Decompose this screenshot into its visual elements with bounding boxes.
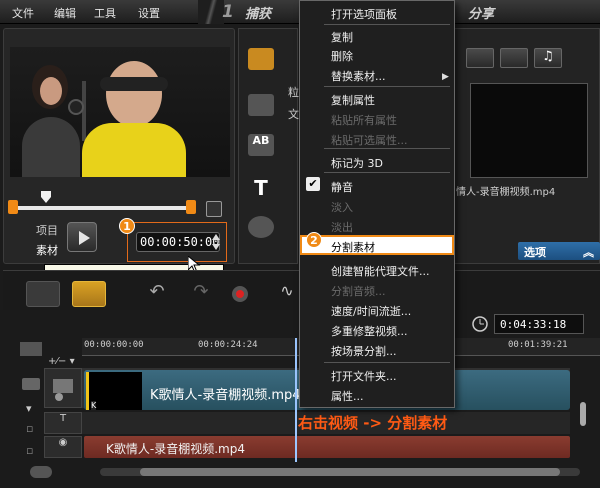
show-video-icon[interactable] (466, 48, 494, 68)
timecode-stepper-icon[interactable] (212, 232, 220, 252)
expand-icon: ︽ (583, 246, 594, 259)
ctx-delete[interactable]: 删除 (300, 45, 454, 65)
video-clip-label: K歌情人-录音棚视频.mp4 (150, 388, 301, 403)
project-duration: 0:04:33:18 (494, 314, 584, 334)
filter-icon[interactable] (248, 216, 274, 238)
ctx-open-folder[interactable]: 打开文件夹... (300, 365, 454, 385)
trim-in-marker[interactable] (8, 200, 18, 214)
playhead[interactable] (295, 338, 297, 462)
ruler-tick-label: 00:01:39:21 (508, 340, 568, 350)
tab-capture[interactable]: 捕获 (245, 3, 271, 27)
title-t-icon[interactable]: T (248, 176, 274, 200)
options-button[interactable]: 选项 ︽ (518, 242, 600, 260)
voice-track-header[interactable]: ◉ (44, 436, 82, 458)
ctx-separator (324, 148, 450, 149)
ctx-split-by-scene[interactable]: 按场景分割... (300, 340, 454, 360)
ctx-separator (324, 86, 450, 87)
ctx-create-smart-proxy[interactable]: 创建智能代理文件... (300, 260, 454, 280)
menu-edit[interactable]: 编辑 (54, 5, 76, 21)
undo-icon[interactable]: ↶ (140, 281, 174, 307)
menu-file[interactable]: 文件 (12, 5, 34, 21)
step-badge-1: 1 (119, 218, 135, 234)
tab-share[interactable]: 分享 (468, 3, 494, 27)
horizontal-scroll-thumb[interactable] (140, 468, 560, 476)
ctx-replace-clip[interactable]: 替换素材... (300, 65, 454, 85)
ctx-speed-time-lapse[interactable]: 速度/时间流逝... (300, 300, 454, 320)
show-audio-icon[interactable]: ♫ (534, 48, 562, 68)
clip-thumbnail: K (86, 372, 142, 410)
add-remove-chapter-icon[interactable]: +⁄− ▾ (48, 356, 75, 367)
menu-settings[interactable]: 设置 (138, 5, 160, 21)
show-photo-icon[interactable] (500, 48, 528, 68)
redo-icon[interactable]: ↷ (184, 281, 218, 307)
title-ab-icon[interactable]: AB (248, 134, 274, 156)
submenu-arrow-icon: ▶ (442, 72, 449, 82)
storyboard-view-icon[interactable] (26, 281, 60, 307)
library-clip-caption: 情人-录音棚视频.mp4 (456, 187, 556, 198)
trim-out-marker[interactable] (186, 200, 196, 214)
timecode-field[interactable]: 00:00:50:00 (136, 232, 220, 252)
enlarge-icon[interactable] (206, 201, 222, 217)
ctx-multi-trim-video[interactable]: 多重修整视频... (300, 320, 454, 340)
audio-clip-label: K歌情人-录音棚视频.mp4 (106, 442, 245, 456)
ctx-separator (324, 24, 450, 25)
play-button[interactable] (67, 222, 97, 252)
instruction-annotation: 右击视频 -> 分割素材 (298, 414, 448, 432)
ctx-separator (324, 172, 450, 173)
library-side-text-2: 文 (288, 108, 299, 121)
lock-icon[interactable]: ▫ (26, 422, 33, 435)
video-preview (10, 47, 230, 177)
ctx-copy-attributes[interactable]: 复制属性 (300, 89, 454, 109)
zoom-slider-icon[interactable] (30, 466, 52, 478)
title-track-header[interactable]: T (44, 412, 82, 434)
ctx-split-clip[interactable]: 分割素材 (300, 236, 454, 256)
ctx-fade-out: 淡出 (331, 221, 353, 234)
ctx-fade-in: 淡入 (331, 201, 353, 214)
clock-icon (472, 316, 488, 332)
ctx-split-audio: 分割音频... (331, 285, 386, 298)
ctx-paste-all-attributes: 粘贴所有属性 (331, 114, 397, 127)
mode-project-label[interactable]: 项目 (36, 222, 62, 238)
ctx-paste-selective-attributes: 粘贴可选属性... (331, 134, 408, 147)
library-clip-thumbnail[interactable] (470, 83, 588, 178)
scrubber-handle[interactable] (41, 191, 51, 203)
scrub-track[interactable] (12, 206, 190, 210)
vertical-scrollbar[interactable] (578, 362, 588, 452)
ruler-tick-label: 00:00:24:24 (198, 340, 258, 350)
step-number: 1 (222, 2, 234, 22)
options-label: 选项 (524, 246, 546, 259)
ctx-separator (324, 362, 450, 363)
ctx-mark-as-3d[interactable]: 标记为 3D (300, 152, 454, 172)
play-mode-labels: 项目 素材 (36, 222, 62, 258)
ctx-properties[interactable]: 属性... (300, 385, 454, 405)
track-manager-icon[interactable] (20, 342, 42, 356)
timeline-view-icon[interactable] (72, 281, 106, 307)
mode-clip-label[interactable]: 素材 (36, 242, 62, 258)
play-icon (79, 231, 90, 245)
media-library-icon[interactable] (248, 48, 274, 70)
clip-marker: K (91, 401, 97, 410)
record-capture-icon[interactable] (228, 281, 262, 307)
ctx-copy[interactable]: 复制 (300, 26, 454, 46)
menu-tools[interactable]: 工具 (94, 5, 116, 21)
ripple-edit-icon[interactable] (22, 378, 40, 390)
video-track-header[interactable] (44, 368, 82, 408)
transition-icon[interactable] (248, 94, 274, 116)
ruler-tick-label: 00:00:00:00 (84, 340, 144, 350)
ctx-open-options-panel[interactable]: 打开选项面板 (300, 3, 454, 23)
ctx-mute[interactable]: 静音 (300, 176, 454, 196)
tab-separator (198, 0, 224, 24)
lock-icon[interactable]: ▫ (26, 444, 33, 457)
collapse-icon[interactable]: ▾ (26, 402, 32, 415)
library-side-text-1: 粒 (288, 86, 299, 99)
